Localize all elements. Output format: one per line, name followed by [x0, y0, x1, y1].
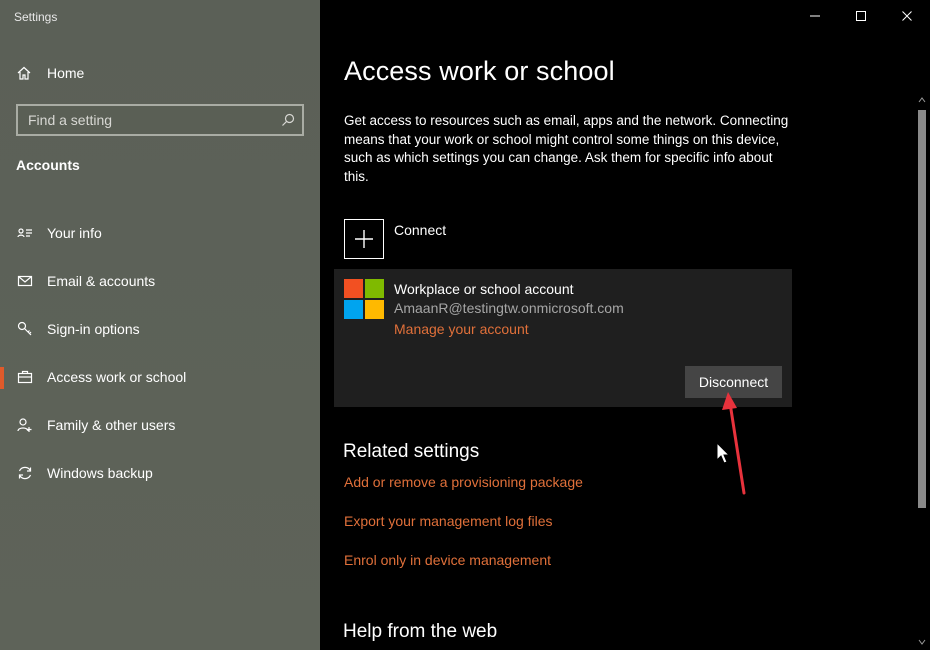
sync-icon: [17, 465, 33, 481]
key-icon: [17, 321, 33, 337]
account-card[interactable]: Workplace or school account AmaanR@testi…: [334, 269, 792, 407]
account-email: AmaanR@testingtw.onmicrosoft.com: [394, 300, 624, 316]
connect-button[interactable]: Connect: [344, 219, 446, 259]
search-box[interactable]: [16, 104, 304, 136]
sidebar-item-label: Family & other users: [47, 417, 176, 433]
sidebar-item-access-work-or-school[interactable]: Access work or school: [0, 353, 320, 401]
scroll-down-icon: [918, 639, 926, 645]
sidebar: Settings Home Accounts Your info Email &…: [0, 0, 320, 650]
briefcase-icon: [17, 369, 33, 385]
scroll-up-icon: [918, 97, 926, 103]
window-controls: [792, 0, 930, 32]
search-input[interactable]: [18, 106, 280, 134]
sidebar-item-label: Sign-in options: [47, 321, 140, 337]
related-settings-title: Related settings: [343, 441, 480, 462]
contact-card-icon: [17, 225, 33, 241]
minimize-icon: [810, 15, 820, 17]
close-icon: [902, 11, 912, 21]
sidebar-item-sign-in-options[interactable]: Sign-in options: [0, 305, 320, 353]
disconnect-button[interactable]: Disconnect: [685, 366, 782, 398]
sidebar-nav: Your info Email & accounts Sign-in optio…: [0, 209, 320, 497]
sidebar-item-label: Access work or school: [47, 369, 187, 385]
sidebar-item-email-accounts[interactable]: Email & accounts: [0, 257, 320, 305]
section-title: Accounts: [16, 157, 80, 173]
sidebar-item-label: Windows backup: [47, 465, 153, 481]
scroll-thumb[interactable]: [918, 110, 926, 508]
sidebar-item-your-info[interactable]: Your info: [0, 209, 320, 257]
page-title: Access work or school: [344, 56, 615, 86]
help-from-web-title: Help from the web: [343, 621, 498, 642]
home-icon: [16, 65, 32, 81]
manage-account-link[interactable]: Manage your account: [394, 321, 529, 337]
sidebar-item-label: Your info: [47, 225, 102, 241]
enrol-device-management-link[interactable]: Enrol only in device management: [344, 552, 551, 568]
connect-label: Connect: [394, 222, 447, 238]
maximize-button[interactable]: [838, 0, 884, 32]
main-content: Access work or school Get access to reso…: [320, 0, 930, 650]
plus-icon: [344, 219, 384, 259]
scrollbar[interactable]: [914, 96, 930, 650]
mail-icon: [17, 273, 33, 289]
microsoft-logo-icon: [344, 279, 384, 319]
person-add-icon: [17, 417, 33, 433]
minimize-button[interactable]: [792, 0, 838, 32]
provisioning-package-link[interactable]: Add or remove a provisioning package: [344, 474, 583, 490]
app-title: Settings: [14, 10, 58, 24]
home-nav-item[interactable]: Home: [16, 62, 84, 84]
search-icon[interactable]: [280, 112, 296, 128]
sidebar-item-windows-backup[interactable]: Windows backup: [0, 449, 320, 497]
account-name: Workplace or school account: [394, 281, 574, 297]
sidebar-item-family-other-users[interactable]: Family & other users: [0, 401, 320, 449]
active-indicator: [0, 367, 4, 389]
home-label: Home: [47, 65, 85, 81]
close-button[interactable]: [884, 0, 930, 32]
export-log-files-link[interactable]: Export your management log files: [344, 513, 553, 529]
sidebar-item-label: Email & accounts: [47, 273, 156, 289]
page-description: Get access to resources such as email, a…: [344, 113, 789, 184]
maximize-icon: [856, 11, 866, 21]
